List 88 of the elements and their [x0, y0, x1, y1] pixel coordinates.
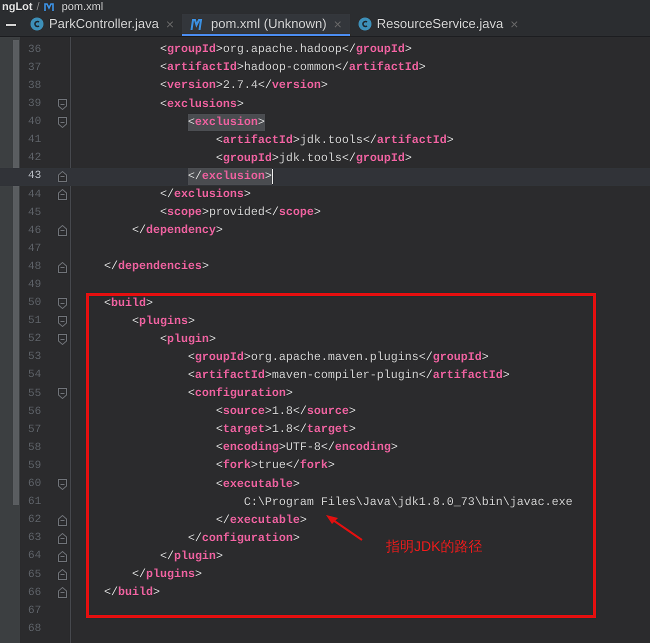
annotation-arrow [324, 514, 364, 542]
code-line: <encoding>UTF-8</encoding> [216, 439, 398, 456]
code-line: </plugins> [132, 566, 202, 584]
code-line: <configuration> [188, 385, 293, 402]
line-number: 51 [27, 314, 42, 330]
line-number: 47 [27, 242, 42, 257]
code-line: </dependency> [132, 222, 223, 240]
line-number: 67 [27, 604, 42, 619]
fold-icon[interactable] [58, 98, 66, 110]
fold-icon[interactable] [58, 587, 66, 598]
code-line: <executable> [216, 476, 300, 493]
line-number: 64 [27, 549, 42, 564]
fold-icon[interactable] [58, 298, 66, 309]
code-line: <groupId>jdk.tools</groupId> [216, 150, 412, 167]
line-number: 65 [27, 568, 42, 583]
code-line: <build> [104, 294, 153, 312]
line-number: 46 [27, 224, 42, 239]
fold-icon[interactable] [58, 189, 66, 200]
code-line: <version>2.7.4</version> [160, 77, 328, 94]
code-line: <artifactId>jdk.tools</artifactId> [216, 132, 454, 149]
code-line: </exclusions> [160, 186, 251, 204]
fold-icon[interactable] [58, 533, 66, 544]
code-line: <artifactId>maven-compiler-plugin</artifactId> [188, 366, 510, 384]
line-number: 50 [27, 296, 42, 312]
line-number: 54 [27, 368, 42, 384]
breadcrumb-file[interactable]: pom.xml [62, 0, 104, 14]
code-line: C:\Program Files\Java\jdk1.8.0_73\bin\javac.exe [244, 494, 573, 511]
breadcrumb-project[interactable]: ngLot [2, 0, 33, 14]
code-line: <plugin> [160, 330, 216, 348]
breadcrumb-separator: / [36, 0, 40, 14]
line-number: 39 [27, 97, 42, 112]
code-line: </executable> [216, 512, 307, 529]
line-number: 63 [27, 531, 42, 546]
fold-icon[interactable] [58, 514, 66, 526]
line-number: 36 [27, 42, 42, 58]
fold-icon[interactable] [58, 569, 66, 580]
class-icon [358, 17, 372, 31]
code-line: <source>1.8</source> [216, 403, 356, 420]
fold-icon[interactable] [58, 262, 66, 273]
fold-icon[interactable] [58, 388, 66, 400]
code-line: </configuration> [188, 530, 300, 547]
line-number: 49 [27, 278, 42, 294]
code-line: </dependencies> [104, 258, 209, 276]
editor-tab[interactable]: ResourceService.java × [350, 14, 526, 36]
class-icon [30, 17, 44, 31]
editor-tab[interactable]: pom.xml (Unknown) × [182, 14, 350, 36]
code-line: </plugin> [160, 548, 223, 565]
code-line: <exclusions> [160, 96, 244, 113]
fold-icon[interactable] [58, 316, 66, 327]
fold-icon[interactable] [58, 116, 66, 128]
line-number: 37 [27, 60, 42, 76]
line-number: 48 [27, 260, 42, 275]
line-number: 40 [27, 115, 42, 130]
code-line: <plugins> [132, 312, 195, 330]
code-line: <fork>true</fork> [216, 457, 335, 474]
annotation-text: 指明JDK的路径 [386, 537, 482, 556]
line-number: 57 [27, 422, 42, 438]
line-number: 53 [27, 350, 42, 366]
line-number: 60 [27, 477, 42, 492]
line-number: 62 [27, 513, 42, 528]
editor-tab[interactable]: ParkController.java × [22, 14, 182, 36]
code-line: <scope>provided</scope> [160, 204, 321, 222]
scrollbar-thumb[interactable] [13, 40, 19, 505]
code-line: <groupId>org.apache.maven.plugins</groupId> [188, 348, 489, 366]
line-number: 41 [27, 133, 42, 148]
fold-icon[interactable] [58, 478, 66, 490]
line-number: 66 [27, 586, 42, 601]
line-number: 38 [27, 78, 42, 94]
line-number: 52 [27, 332, 42, 348]
fold-icon[interactable] [58, 225, 66, 236]
line-number: 68 [27, 622, 42, 637]
line-number: 43 [27, 169, 42, 184]
fold-icon[interactable] [58, 334, 66, 346]
code-line: <artifactId>hadoop-common</artifactId> [160, 59, 426, 76]
fold-icon[interactable] [58, 171, 66, 182]
line-number: 45 [27, 206, 42, 221]
code-line: </build> [104, 584, 160, 602]
line-number: 61 [27, 495, 42, 510]
line-number: 44 [27, 188, 42, 203]
fold-icon[interactable] [58, 551, 66, 562]
code-line: <groupId>org.apache.hadoop</groupId> [160, 41, 412, 58]
line-number: 59 [27, 458, 42, 474]
line-number: 42 [27, 151, 42, 166]
line-number: 55 [27, 386, 42, 402]
line-number: 58 [27, 440, 42, 456]
line-number: 56 [27, 404, 42, 420]
code-line: <target>1.8</target> [216, 421, 356, 438]
text-caret [272, 169, 273, 184]
